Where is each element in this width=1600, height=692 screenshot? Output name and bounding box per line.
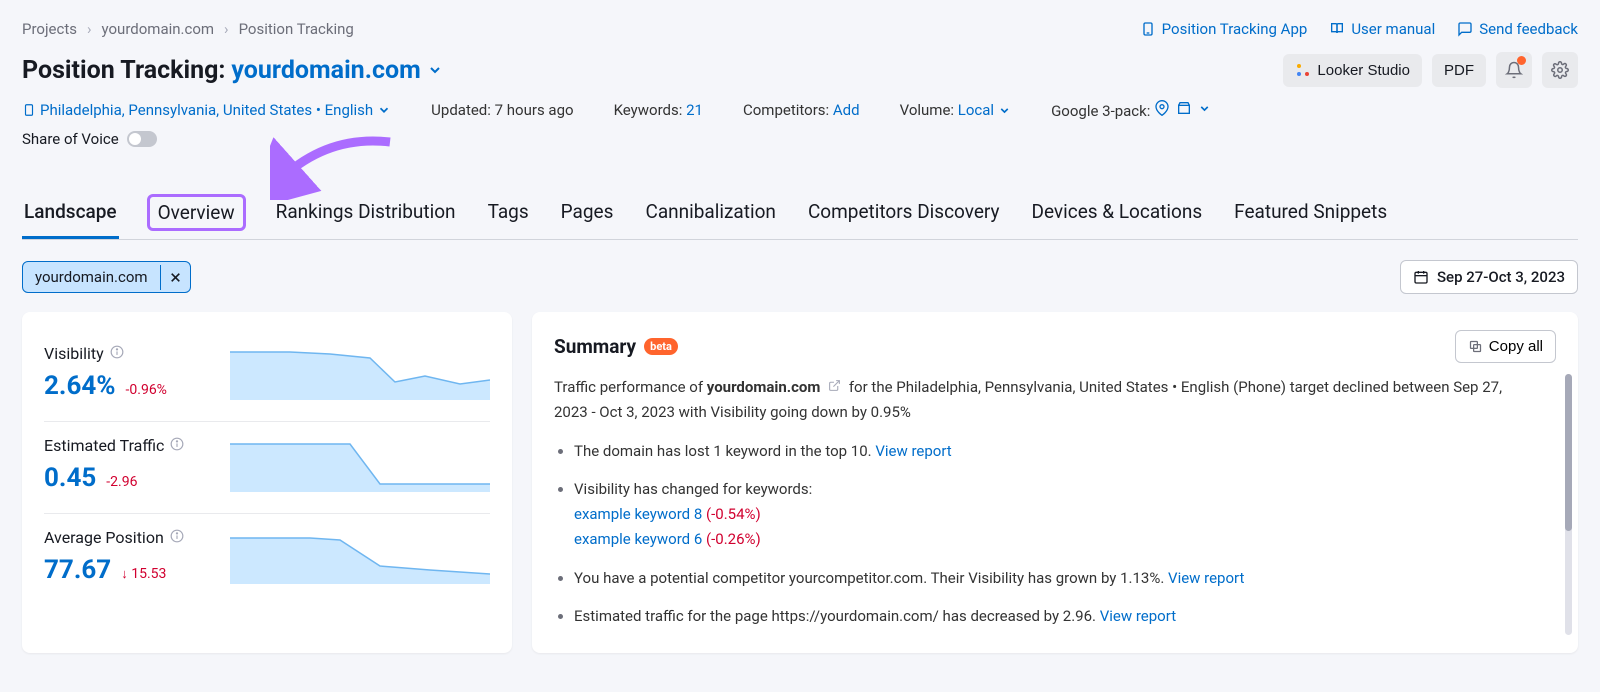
position-value: 77.67 bbox=[44, 555, 111, 585]
date-range-picker[interactable]: Sep 27-Oct 3, 2023 bbox=[1400, 260, 1578, 294]
keywords-count-link[interactable]: 21 bbox=[686, 101, 703, 119]
updated-meta: Updated: 7 hours ago bbox=[431, 101, 573, 119]
tab-overview[interactable]: Overview bbox=[147, 194, 246, 231]
top-bar: Projects › yourdomain.com › Position Tra… bbox=[22, 20, 1578, 38]
filter-row: yourdomain.com Sep 27-Oct 3, 2023 bbox=[22, 260, 1578, 294]
book-icon bbox=[1329, 21, 1345, 37]
summary-bullet: Estimated traffic for the page https://y… bbox=[574, 604, 1538, 629]
gear-icon bbox=[1551, 61, 1569, 79]
copy-icon bbox=[1468, 339, 1483, 354]
summary-body: Traffic performance of yourdomain.com fo… bbox=[554, 375, 1556, 635]
position-delta: ↓ 15.53 bbox=[121, 566, 166, 582]
pdf-button[interactable]: PDF bbox=[1432, 54, 1486, 87]
keywords-meta: Keywords: 21 bbox=[614, 101, 703, 119]
traffic-delta: -2.96 bbox=[106, 474, 137, 490]
cards-row: Visibility 2.64% -0.96% bbox=[22, 312, 1578, 653]
position-sparkline bbox=[230, 528, 490, 584]
summary-bullet: You have a potential competitor yourcomp… bbox=[574, 566, 1538, 591]
share-of-voice-label: Share of Voice bbox=[22, 130, 119, 148]
close-icon bbox=[169, 271, 182, 284]
info-icon[interactable] bbox=[170, 436, 184, 455]
external-link-icon[interactable] bbox=[828, 378, 845, 396]
stats-card: Visibility 2.64% -0.96% bbox=[22, 312, 512, 653]
view-report-link[interactable]: View report bbox=[1168, 569, 1244, 587]
visibility-value: 2.64% bbox=[44, 371, 116, 401]
domain-selector[interactable]: yourdomain.com bbox=[231, 56, 442, 85]
info-icon[interactable] bbox=[110, 344, 124, 363]
tab-devices-locations[interactable]: Devices & Locations bbox=[1030, 194, 1205, 239]
user-manual-link[interactable]: User manual bbox=[1329, 20, 1435, 38]
traffic-sparkline bbox=[230, 436, 490, 492]
calendar-icon bbox=[1413, 269, 1429, 285]
copy-all-button[interactable]: Copy all bbox=[1455, 330, 1556, 363]
domain-chip-label: yourdomain.com bbox=[23, 262, 160, 292]
traffic-value: 0.45 bbox=[44, 463, 96, 493]
breadcrumb: Projects › yourdomain.com › Position Tra… bbox=[22, 20, 354, 38]
tab-featured-snippets[interactable]: Featured Snippets bbox=[1232, 194, 1389, 239]
pin-icon[interactable] bbox=[1154, 100, 1170, 120]
tab-rankings-distribution[interactable]: Rankings Distribution bbox=[274, 194, 458, 239]
pos-tracking-app-link[interactable]: Position Tracking App bbox=[1140, 20, 1308, 38]
summary-title: Summary bbox=[554, 335, 636, 358]
summary-bullet: Visibility has changed for keywords: exa… bbox=[574, 477, 1538, 551]
google-3pack-meta: Google 3-pack: bbox=[1051, 100, 1211, 120]
tab-tags[interactable]: Tags bbox=[486, 194, 531, 239]
tab-competitors-discovery[interactable]: Competitors Discovery bbox=[806, 194, 1002, 239]
location-selector[interactable]: Philadelphia, Pennsylvania, United State… bbox=[22, 101, 391, 119]
chevron-right-icon: › bbox=[224, 20, 229, 38]
summary-intro: Traffic performance of yourdomain.com fo… bbox=[554, 375, 1538, 425]
tab-pages[interactable]: Pages bbox=[559, 194, 616, 239]
stat-visibility: Visibility 2.64% -0.96% bbox=[44, 330, 490, 422]
notifications-button[interactable] bbox=[1496, 52, 1532, 88]
keyword-link[interactable]: example keyword 8 bbox=[574, 505, 702, 523]
chevron-down-icon bbox=[998, 104, 1011, 117]
device-icon bbox=[22, 103, 36, 117]
keyword-link[interactable]: example keyword 6 bbox=[574, 530, 702, 548]
breadcrumb-domain[interactable]: yourdomain.com bbox=[102, 20, 215, 38]
info-icon[interactable] bbox=[170, 528, 184, 547]
notification-dot bbox=[1517, 56, 1526, 65]
breadcrumb-current: Position Tracking bbox=[239, 20, 354, 38]
competitors-meta: Competitors: Add bbox=[743, 101, 860, 119]
volume-selector[interactable]: Local bbox=[958, 101, 1011, 119]
settings-button[interactable] bbox=[1542, 52, 1578, 88]
business-icon[interactable] bbox=[1176, 100, 1192, 120]
device-icon bbox=[1140, 21, 1156, 37]
tab-cannibalization[interactable]: Cannibalization bbox=[643, 194, 777, 239]
chevron-down-icon[interactable] bbox=[1198, 101, 1211, 119]
stat-position: Average Position 77.67 ↓ 15.53 bbox=[44, 514, 490, 585]
send-feedback-link[interactable]: Send feedback bbox=[1457, 20, 1578, 38]
view-report-link[interactable]: View report bbox=[875, 442, 951, 460]
share-of-voice-toggle[interactable] bbox=[127, 131, 157, 147]
feedback-icon bbox=[1457, 21, 1473, 37]
volume-meta: Volume: Local bbox=[900, 101, 1011, 119]
summary-bullet: The domain has lost 1 keyword in the top… bbox=[574, 439, 1538, 464]
tabs: Landscape Overview Rankings Distribution… bbox=[22, 194, 1578, 240]
beta-badge: beta bbox=[644, 338, 678, 355]
domain-filter-chip: yourdomain.com bbox=[22, 261, 191, 293]
tab-landscape[interactable]: Landscape bbox=[22, 194, 119, 239]
title-row: Position Tracking: yourdomain.com Looker… bbox=[22, 52, 1578, 88]
summary-card: Summary beta Copy all Traffic performanc… bbox=[532, 312, 1578, 653]
chevron-down-icon bbox=[427, 62, 443, 78]
looker-studio-button[interactable]: Looker Studio bbox=[1283, 54, 1422, 87]
stat-traffic: Estimated Traffic 0.45 -2.96 bbox=[44, 422, 490, 514]
visibility-delta: -0.96% bbox=[126, 382, 167, 398]
add-competitors-link[interactable]: Add bbox=[833, 101, 860, 119]
breadcrumb-projects[interactable]: Projects bbox=[22, 20, 77, 38]
meta-row: Philadelphia, Pennsylvania, United State… bbox=[22, 100, 1578, 120]
share-of-voice-row: Share of Voice bbox=[22, 130, 1578, 148]
chevron-down-icon bbox=[377, 103, 391, 117]
looker-icon bbox=[1295, 62, 1311, 78]
view-report-link[interactable]: View report bbox=[1100, 607, 1176, 625]
visibility-sparkline bbox=[230, 344, 490, 400]
scrollbar[interactable] bbox=[1565, 374, 1572, 635]
header-links: Position Tracking App User manual Send f… bbox=[1140, 20, 1578, 38]
page-title: Position Tracking: bbox=[22, 56, 225, 85]
domain-chip-remove[interactable] bbox=[160, 265, 190, 290]
chevron-right-icon: › bbox=[87, 20, 92, 38]
